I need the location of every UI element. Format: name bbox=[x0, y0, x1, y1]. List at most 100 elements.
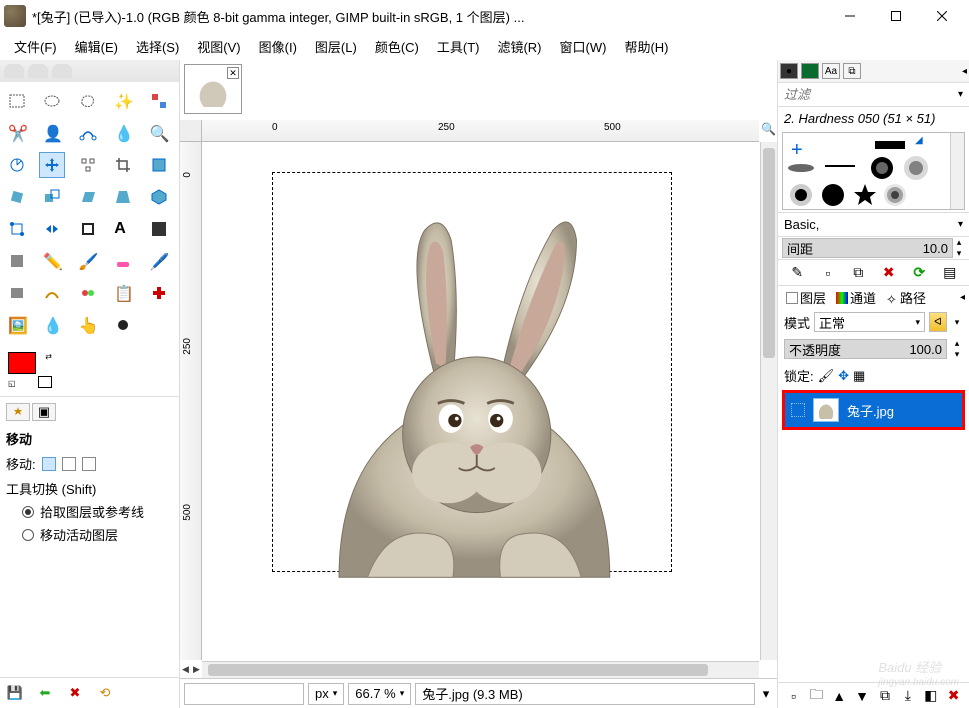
radio-move-active[interactable]: 移动活动图层 bbox=[4, 523, 175, 546]
brush-spacing-slider[interactable]: 间距 10.0 bbox=[782, 238, 953, 258]
tool-zoom[interactable]: 🔍 bbox=[146, 120, 172, 146]
history-tab[interactable]: ⧉ bbox=[843, 63, 861, 79]
radio-pick-layer[interactable]: 拾取图层或参考线 bbox=[4, 500, 175, 523]
brushes-tab[interactable]: ● bbox=[780, 63, 798, 79]
tool-cage[interactable] bbox=[75, 216, 101, 242]
tool-move[interactable] bbox=[39, 152, 65, 178]
edit-brush-button[interactable]: ✎ bbox=[788, 264, 806, 282]
viewport[interactable] bbox=[202, 142, 759, 660]
ruler-horizontal[interactable]: 0 250 500 bbox=[202, 120, 759, 142]
tool-scissors[interactable]: ✂️ bbox=[4, 120, 30, 146]
background-color[interactable] bbox=[38, 376, 52, 388]
tool-align[interactable] bbox=[75, 152, 101, 178]
tool-color-picker[interactable]: 💧 bbox=[110, 120, 136, 146]
restore-options-button[interactable]: ⬅ bbox=[34, 682, 56, 704]
tool-options-tab[interactable] bbox=[6, 403, 30, 421]
color-selector[interactable]: ⇄ ◱ bbox=[0, 344, 179, 396]
tool-warp[interactable]: A bbox=[110, 216, 136, 242]
lock-alpha-icon[interactable]: ▦ bbox=[853, 368, 865, 384]
layer-item[interactable]: 兔子.jpg bbox=[785, 393, 962, 427]
cancel-icon[interactable]: ▾ bbox=[759, 686, 773, 702]
move-mode-path[interactable] bbox=[82, 457, 96, 471]
brush-grid-scrollbar[interactable] bbox=[950, 133, 964, 209]
menu-image[interactable]: 图像(I) bbox=[251, 34, 305, 59]
save-options-button[interactable]: 💾 bbox=[4, 682, 26, 704]
document-tab[interactable]: ✕ bbox=[184, 64, 242, 114]
refresh-brush-button[interactable]: ⟳ bbox=[910, 264, 928, 282]
delete-layer-button[interactable]: ✖ bbox=[945, 687, 963, 705]
document-close-button[interactable]: ✕ bbox=[227, 67, 239, 79]
minimize-button[interactable] bbox=[827, 1, 873, 31]
default-colors-icon[interactable]: ◱ bbox=[8, 379, 16, 388]
lower-layer-button[interactable]: ▼ bbox=[853, 687, 871, 705]
ruler-vertical[interactable]: 0 250 500 bbox=[180, 142, 202, 660]
brush-preset-selector[interactable]: Basic,▾ bbox=[778, 212, 969, 236]
device-status-tab[interactable]: ▣ bbox=[32, 403, 56, 421]
menu-window[interactable]: 窗口(W) bbox=[552, 34, 615, 59]
tool-rect-select[interactable] bbox=[4, 88, 30, 114]
mode-selector[interactable]: 正常▾ bbox=[814, 312, 925, 332]
channels-tab[interactable]: 通道 bbox=[832, 286, 880, 309]
move-mode-selection[interactable] bbox=[62, 457, 76, 471]
tool-paths[interactable] bbox=[75, 120, 101, 146]
dock-menu-icon[interactable]: ◂ bbox=[962, 66, 967, 77]
tool-paintbrush[interactable] bbox=[110, 248, 136, 274]
scrollbar-horizontal[interactable] bbox=[202, 661, 759, 678]
tool-scale[interactable] bbox=[39, 184, 65, 210]
move-mode-layer[interactable] bbox=[42, 457, 56, 471]
brush-filter-input[interactable] bbox=[784, 87, 958, 102]
tool-bucket-fill[interactable] bbox=[4, 248, 30, 274]
quick-mask-toggle[interactable]: ◀▶ bbox=[180, 661, 202, 678]
tool-foreground-select[interactable]: 👤 bbox=[39, 120, 65, 146]
paths-tab[interactable]: ✧路径 bbox=[882, 286, 930, 309]
lock-pixels-icon[interactable]: 🖌 bbox=[818, 368, 835, 384]
layers-tab[interactable]: 图层 bbox=[782, 286, 830, 309]
new-layer-button[interactable]: ▫ bbox=[784, 687, 802, 705]
tool-perspective[interactable] bbox=[110, 184, 136, 210]
brush-grid[interactable]: + ◢ bbox=[782, 132, 965, 210]
layers-dock-menu-icon[interactable]: ◂ bbox=[960, 292, 965, 303]
menu-help[interactable]: 帮助(H) bbox=[616, 34, 676, 59]
tool-3d-transform[interactable] bbox=[146, 184, 172, 210]
tool-free-select[interactable] bbox=[75, 88, 101, 114]
zoom-selector[interactable]: 66.7 %▾ bbox=[348, 683, 411, 705]
menu-view[interactable]: 视图(V) bbox=[189, 34, 248, 59]
tool-ink[interactable] bbox=[39, 280, 65, 306]
tool-handle-transform[interactable] bbox=[4, 216, 30, 242]
tool-ellipse-select[interactable] bbox=[39, 88, 65, 114]
opacity-slider[interactable]: 不透明度 100.0 bbox=[784, 339, 947, 359]
ruler-corner[interactable] bbox=[180, 120, 202, 142]
menu-tools[interactable]: 工具(T) bbox=[429, 34, 488, 59]
duplicate-brush-button[interactable]: ⧉ bbox=[849, 264, 867, 282]
tool-measure[interactable] bbox=[4, 152, 30, 178]
menu-filters[interactable]: 滤镜(R) bbox=[489, 34, 549, 59]
delete-options-button[interactable]: ✖ bbox=[64, 682, 86, 704]
visibility-toggle-icon[interactable] bbox=[791, 403, 805, 417]
tool-heal[interactable] bbox=[146, 280, 172, 306]
tool-unified-transform[interactable] bbox=[146, 152, 172, 178]
tool-crop[interactable] bbox=[110, 152, 136, 178]
tool-blur[interactable]: 💧 bbox=[39, 312, 65, 338]
reset-options-button[interactable]: ⟲ bbox=[94, 682, 116, 704]
new-brush-button[interactable]: ▫ bbox=[819, 264, 837, 282]
mode-switch-button[interactable]: ᐊ bbox=[929, 312, 947, 332]
tool-dodge[interactable] bbox=[110, 312, 136, 338]
swap-colors-icon[interactable]: ⇄ bbox=[45, 352, 52, 361]
menu-edit[interactable]: 编辑(E) bbox=[67, 34, 126, 59]
maximize-button[interactable] bbox=[873, 1, 919, 31]
tool-eraser[interactable]: 🖊️ bbox=[146, 248, 172, 274]
tool-pencil[interactable]: 🖌️ bbox=[75, 248, 101, 274]
tool-flip[interactable] bbox=[39, 216, 65, 242]
layer-name[interactable]: 兔子.jpg bbox=[847, 401, 894, 420]
duplicate-layer-button[interactable]: ⧉ bbox=[876, 687, 894, 705]
new-group-button[interactable]: 🗀 bbox=[807, 687, 825, 705]
zoom-icon[interactable]: 🔍 bbox=[761, 122, 775, 136]
canvas[interactable]: 🔍 0 250 500 0 250 500 bbox=[180, 120, 777, 678]
delete-brush-button[interactable]: ✖ bbox=[880, 264, 898, 282]
close-button[interactable] bbox=[919, 1, 965, 31]
tool-clone[interactable]: 📋 bbox=[110, 280, 136, 306]
open-as-image-button[interactable]: ▤ bbox=[941, 264, 959, 282]
menu-select[interactable]: 选择(S) bbox=[128, 34, 187, 59]
menu-file[interactable]: 文件(F) bbox=[6, 34, 65, 59]
mask-button[interactable]: ◧ bbox=[922, 687, 940, 705]
